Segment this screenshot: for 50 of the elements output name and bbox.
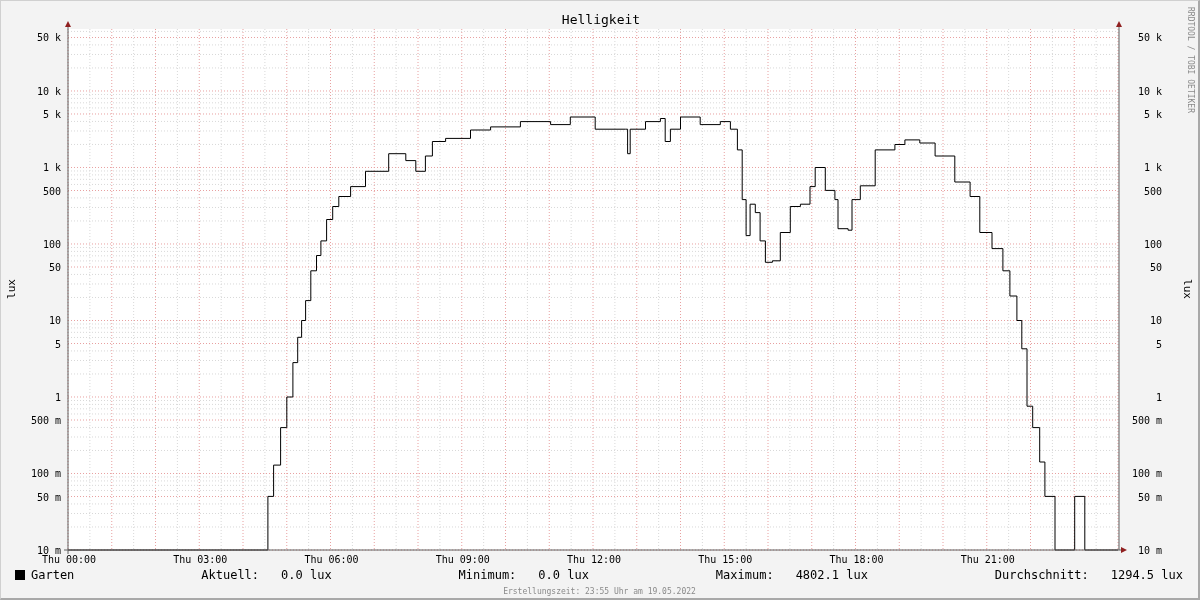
axis-title: lux: [1181, 279, 1194, 299]
stat-value: 0.0 lux: [538, 567, 589, 582]
credit-text: RRDTOOL / TOBI OETIKER: [1186, 7, 1195, 113]
x-tick-label: Thu 21:00: [960, 554, 1015, 563]
y-tick-label: 100 m: [1131, 468, 1162, 480]
stat-value: 4802.1 lux: [795, 567, 868, 582]
y-tick-label: 500: [1143, 185, 1162, 197]
y-tick-label: 100: [42, 239, 61, 250]
stat-value: 1294.5 lux: [1110, 567, 1183, 582]
x-tick-label: Thu 12:00: [566, 554, 622, 563]
y-tick-label: 100 m: [30, 468, 61, 480]
y-tick-label: 5: [54, 338, 61, 350]
stat-label: Minimum:: [458, 567, 517, 582]
y-tick-label: 500: [42, 185, 61, 197]
legend-label: Garten: [31, 567, 75, 582]
y-tick-label: 500 m: [1131, 415, 1162, 426]
x-tick-label: Thu 06:00: [304, 554, 359, 563]
y-tick-label: 10: [48, 315, 61, 327]
y-tick-label: 1 k: [1143, 162, 1162, 174]
y-tick-label: 5: [1155, 338, 1162, 350]
y-tick-label: 1 k: [42, 162, 61, 174]
y-tick-label: 50 k: [1137, 32, 1162, 44]
y-tick-label: 1: [54, 392, 61, 403]
x-tick-label: Thu 00:00: [41, 554, 97, 563]
stat-label: Aktuell:: [201, 567, 260, 582]
stat-label: Maximum:: [715, 567, 774, 582]
y-tick-label: 1: [1155, 392, 1162, 403]
y-tick-label: 10 k: [1137, 85, 1162, 97]
stat-label: Durchschnitt:: [994, 567, 1089, 582]
y-tick-label: 100: [1143, 239, 1162, 250]
x-tick-label: Thu 09:00: [435, 554, 490, 563]
stat-value: 0.0 lux: [281, 567, 332, 582]
footer-text: Erstellungszeit: 23:55 Uhr am 19.05.2022: [503, 586, 696, 598]
y-tick-label: 10 k: [36, 85, 61, 97]
x-tick-label: Thu 15:00: [698, 554, 753, 563]
x-tick-label: Thu 03:00: [173, 554, 228, 563]
axis-title: lux: [5, 279, 18, 299]
y-tick-label: 50 m: [1137, 491, 1162, 503]
y-tick-label: 10: [1149, 315, 1162, 327]
y-tick-label: 5 k: [42, 109, 61, 120]
y-tick-label: 50 k: [36, 32, 61, 44]
chart-title: Helligkeit: [561, 12, 641, 27]
y-tick-label: 5 k: [1143, 109, 1162, 120]
y-tick-label: 500 m: [30, 415, 61, 426]
y-tick-label: 50 m: [36, 491, 61, 503]
y-tick-label: 10 m: [1137, 545, 1162, 556]
y-tick-label: 10 m: [36, 545, 61, 556]
y-tick-label: 50: [48, 262, 61, 273]
y-tick-label: 50: [1149, 262, 1162, 273]
x-tick-label: Thu 18:00: [829, 554, 884, 563]
